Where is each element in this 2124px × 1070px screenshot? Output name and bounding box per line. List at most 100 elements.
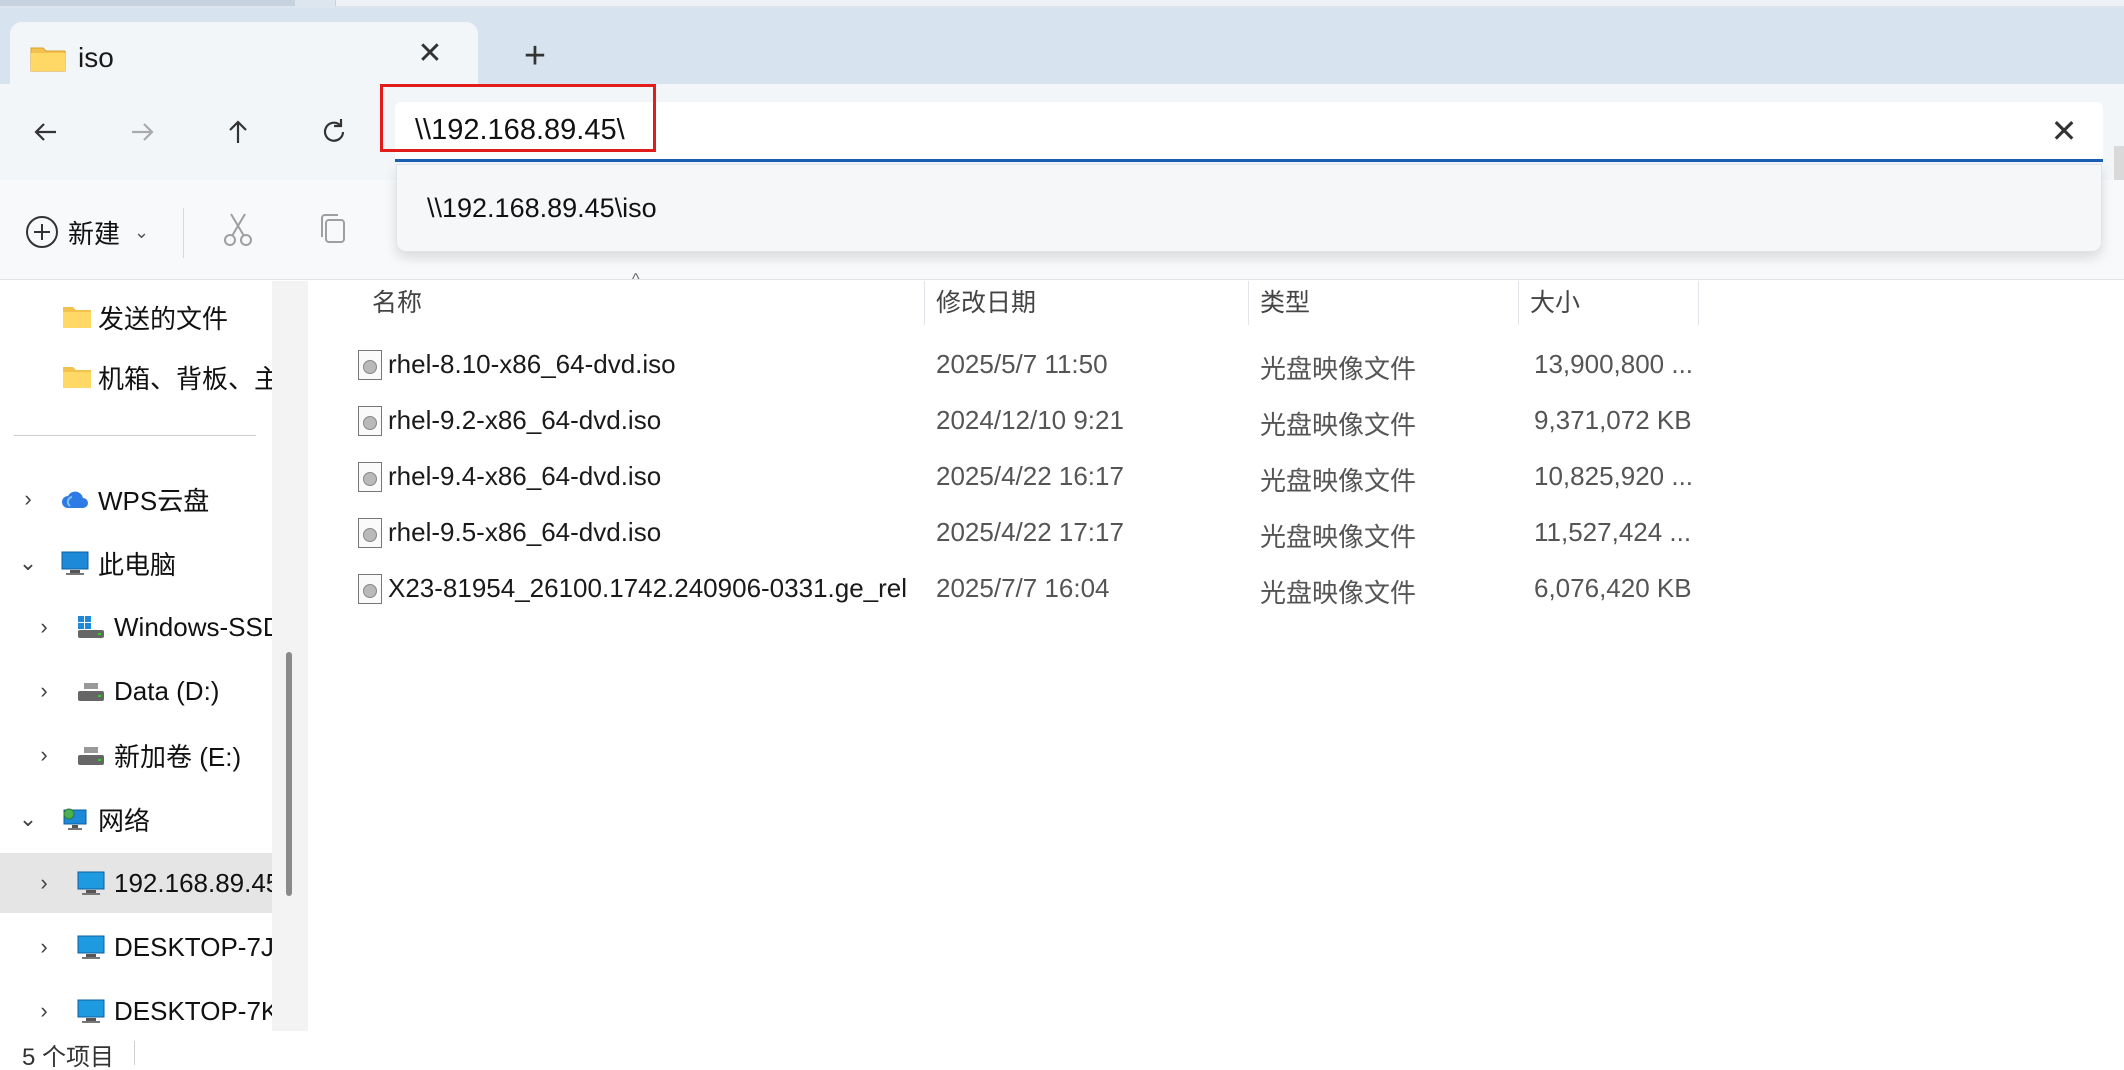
tab-bar: iso ✕ + [0, 8, 2124, 98]
file-list: ^ 名称 修改日期 类型 大小 rhel-8.10-x86_64-dvd.iso… [308, 271, 2124, 1031]
file-size: 10,825,920 ... [1534, 461, 1694, 491]
sidebar-item-label: 192.168.89.45 [114, 867, 272, 898]
arrow-up-icon [229, 120, 247, 143]
file-name: rhel-8.10-x86_64-dvd.iso [388, 349, 676, 379]
computer-icon [61, 551, 89, 575]
sidebar-item-windows-ssd[interactable]: › Windows-SSD [0, 597, 272, 657]
file-date: 2025/7/7 16:04 [936, 573, 1110, 603]
add-circle-icon [26, 216, 58, 248]
sidebar-item-desktop-7kn[interactable]: › DESKTOP-7KN [0, 981, 272, 1031]
up-button[interactable] [212, 106, 264, 158]
chevron-right-icon[interactable]: › [16, 486, 40, 512]
sidebar-item-label: Data (D:) [114, 675, 220, 706]
clear-address-button[interactable]: ✕ [2045, 112, 2083, 150]
windows-drive-icon [78, 616, 104, 638]
sidebar-item-label: 新加卷 (E:) [114, 741, 242, 772]
column-divider[interactable] [1698, 281, 1699, 325]
forward-button[interactable] [116, 106, 168, 158]
sidebar-item-label: 发送的文件 [98, 303, 229, 334]
sidebar-item-desktop-7jv[interactable]: › DESKTOP-7JV [0, 917, 272, 977]
monitor-icon [77, 871, 105, 895]
column-divider[interactable] [1518, 281, 1519, 325]
chevron-right-icon[interactable]: › [32, 742, 56, 768]
column-divider[interactable] [1248, 281, 1249, 325]
new-tab-button[interactable]: + [515, 36, 555, 76]
new-button[interactable]: 新建 ⌄ [26, 212, 149, 252]
suggestion-text: \\192.168.89.45\iso [427, 193, 657, 223]
file-size: 9,371,072 KB [1534, 405, 1692, 435]
table-row[interactable]: rhel-9.2-x86_64-dvd.iso 2024/12/10 9:21 … [348, 393, 2068, 449]
address-suggestion-item[interactable]: \\192.168.89.45\iso [396, 164, 2102, 252]
arrow-right-icon [132, 123, 154, 141]
drive-icon [78, 747, 104, 765]
disc-image-icon [358, 574, 382, 604]
sidebar-item-sent-files[interactable]: 发送的文件 [0, 287, 272, 347]
sidebar-item-label: 机箱、背板、主板 [98, 363, 272, 394]
file-size: 11,527,424 ... [1534, 517, 1692, 547]
file-size: 13,900,800 ... [1534, 349, 1694, 379]
file-size: 6,076,420 KB [1534, 573, 1692, 603]
network-icon [63, 808, 87, 830]
file-name: rhel-9.4-x86_64-dvd.iso [388, 461, 662, 491]
file-date: 2024/12/10 9:21 [936, 405, 1124, 435]
arrow-left-icon [34, 123, 56, 141]
sidebar-item-this-pc[interactable]: ⌄ 此电脑 [0, 533, 272, 593]
monitor-icon [77, 999, 105, 1023]
sidebar-item-data-d[interactable]: › Data (D:) [0, 661, 272, 721]
column-header-type[interactable]: 类型 [1260, 281, 1310, 325]
cut-icon[interactable] [218, 210, 258, 250]
chevron-down-icon[interactable]: ⌄ [16, 550, 40, 576]
status-bar: 5 个项目 [0, 1031, 2124, 1070]
disc-image-icon [358, 350, 382, 380]
item-count: 5 个项目 [22, 1044, 115, 1070]
disc-image-icon [358, 462, 382, 492]
folder-icon [30, 47, 66, 72]
sidebar-item-label: 此电脑 [98, 549, 177, 580]
sidebar-item-chassis[interactable]: 机箱、背板、主板 [0, 347, 272, 407]
address-bar[interactable]: \\192.168.89.45\ ✕ [380, 84, 2103, 162]
folder-icon [63, 367, 91, 388]
back-button[interactable] [20, 106, 72, 158]
sidebar-item-192-168-89-45[interactable]: › 192.168.89.45 [0, 853, 272, 913]
copy-icon[interactable] [313, 210, 353, 250]
chevron-down-icon[interactable]: ⌄ [16, 806, 40, 832]
column-header-name[interactable]: 名称 [372, 281, 422, 325]
disc-image-icon [358, 518, 382, 548]
sidebar-item-network[interactable]: ⌄ 网络 [0, 789, 272, 849]
sidebar-item-label: WPS云盘 [98, 485, 210, 516]
file-type: 光盘映像文件 [1260, 410, 1417, 440]
refresh-button[interactable] [308, 106, 360, 158]
status-divider [134, 1041, 135, 1065]
table-row[interactable]: rhel-8.10-x86_64-dvd.iso 2025/5/7 11:50 … [348, 337, 2068, 393]
new-button-label: 新建 [68, 218, 121, 249]
sidebar-item-new-volume-e[interactable]: › 新加卷 (E:) [0, 725, 272, 785]
drive-icon [78, 683, 104, 701]
table-row[interactable]: rhel-9.5-x86_64-dvd.iso 2025/4/22 17:17 … [348, 505, 2068, 561]
background-window-edge [335, 0, 2124, 6]
column-header-date[interactable]: 修改日期 [936, 281, 1036, 325]
sidebar-scrollbar[interactable] [286, 652, 292, 896]
file-name: rhel-9.5-x86_64-dvd.iso [388, 517, 662, 547]
sidebar-item-label: DESKTOP-7JV [114, 931, 272, 962]
monitor-icon [77, 935, 105, 959]
file-type: 光盘映像文件 [1260, 522, 1417, 552]
sidebar-item-label: Windows-SSD [114, 611, 272, 642]
chevron-right-icon[interactable]: › [32, 934, 56, 960]
disc-image-icon [358, 406, 382, 436]
chevron-right-icon[interactable]: › [32, 998, 56, 1024]
chevron-right-icon[interactable]: › [32, 614, 56, 640]
sort-ascending-icon: ^ [632, 271, 640, 288]
file-type: 光盘映像文件 [1260, 578, 1417, 608]
chevron-right-icon[interactable]: › [32, 678, 56, 704]
top-strip [0, 0, 2124, 8]
chevron-right-icon[interactable]: › [32, 870, 56, 896]
table-row[interactable]: rhel-9.4-x86_64-dvd.iso 2025/4/22 16:17 … [348, 449, 2068, 505]
sidebar-item-label: DESKTOP-7KN [114, 995, 272, 1026]
close-tab-button[interactable]: ✕ [412, 36, 448, 72]
sidebar-item-label: 网络 [98, 805, 151, 836]
tab-title: iso [78, 42, 114, 73]
column-header-size[interactable]: 大小 [1530, 281, 1580, 325]
sidebar-item-wps-cloud[interactable]: › WPS云盘 [0, 469, 272, 529]
table-row[interactable]: X23-81954_26100.1742.240906-0331.ge_rel.… [348, 561, 2068, 617]
column-divider[interactable] [924, 281, 925, 325]
